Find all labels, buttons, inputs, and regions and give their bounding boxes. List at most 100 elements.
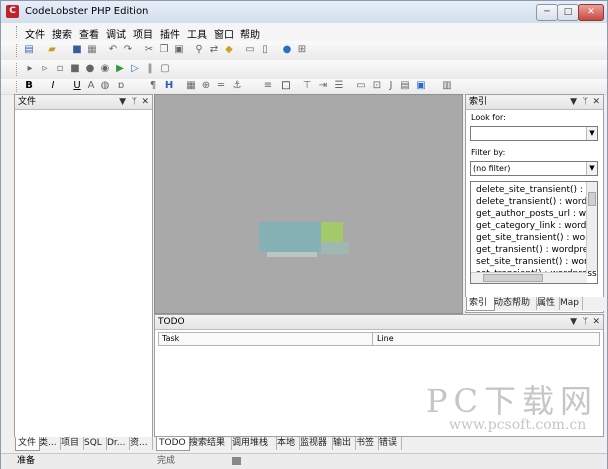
save-all-icon[interactable]: ▦	[86, 44, 98, 56]
list-item[interactable]: set_site_transient() : wordp	[476, 257, 597, 267]
panel-dropdown-icon[interactable]: ▼	[119, 95, 126, 109]
italic-icon[interactable]: I	[47, 80, 59, 92]
bold-icon[interactable]: B	[23, 80, 35, 92]
list-bullet-icon[interactable]: ☰	[333, 80, 345, 92]
redo-icon[interactable]: ↷	[122, 44, 134, 56]
list-item[interactable]: get_transient() : wordpress	[476, 245, 597, 255]
text-icon[interactable]: ▣	[415, 80, 427, 92]
menu-project[interactable]: 项目	[133, 26, 153, 41]
toolbar-grip[interactable]	[16, 44, 20, 57]
tab-search-results[interactable]: 搜索结果	[187, 437, 232, 450]
toggle-view-2-icon[interactable]: ▯	[259, 44, 271, 56]
list-item[interactable]: get_site_transient() : wordp	[476, 233, 597, 243]
tab-todo[interactable]: TODO	[156, 437, 190, 451]
column-line[interactable]: Line	[377, 333, 394, 345]
panel-dropdown-icon[interactable]: ▼	[570, 315, 577, 329]
index-results-list[interactable]: delete_site_transient() : word delete_tr…	[470, 181, 598, 284]
list-item[interactable]: delete_site_transient() : word	[476, 185, 597, 195]
hr-icon[interactable]: ═	[215, 80, 227, 92]
tab-errors[interactable]: 错误	[377, 437, 402, 450]
object-icon[interactable]: J	[385, 80, 397, 92]
step-icon[interactable]: ▸	[24, 63, 36, 75]
pin-icon[interactable]: ᛘ	[132, 95, 137, 109]
code-icon[interactable]: ɒ	[115, 80, 127, 92]
menu-window[interactable]: 窗口	[214, 26, 234, 41]
debug-run-icon[interactable]: ▶	[114, 63, 126, 75]
breakpoint-icon[interactable]: ◉	[99, 63, 111, 75]
look-for-input[interactable]: ▼	[470, 126, 598, 141]
chevron-down-icon[interactable]: ▼	[586, 162, 597, 175]
toolbar-grip-2[interactable]	[16, 63, 20, 76]
tab-classes[interactable]: 类...	[37, 437, 61, 450]
tab-drupal[interactable]: Dr...	[105, 437, 130, 450]
link-icon[interactable]: ⊕	[200, 80, 212, 92]
stop-debug-icon[interactable]: ▢	[159, 63, 171, 75]
image-icon[interactable]: ◍	[99, 80, 111, 92]
list-item[interactable]: get_author_posts_url : word	[476, 209, 597, 219]
insert-icon[interactable]: ⊡	[371, 80, 383, 92]
underline-icon[interactable]: U	[71, 80, 83, 92]
panel-close-icon[interactable]: ✕	[141, 95, 149, 109]
tab-output[interactable]: 输出	[331, 437, 356, 450]
list-item[interactable]: delete_transient() : wordpre	[476, 197, 597, 207]
table-icon[interactable]: ▦	[185, 80, 197, 92]
panel-dropdown-icon[interactable]: ▼	[570, 95, 577, 109]
settings-icon[interactable]: ⊞	[296, 44, 308, 56]
tab-dynamic-help[interactable]: 动态帮助	[492, 297, 537, 310]
menu-search[interactable]: 搜索	[52, 26, 72, 41]
menu-help[interactable]: 帮助	[240, 26, 260, 41]
indent-icon[interactable]: ⇥	[317, 80, 329, 92]
heading-icon[interactable]: H	[163, 80, 175, 92]
form-icon[interactable]: ▭	[355, 80, 367, 92]
pause-icon[interactable]: ‖	[144, 63, 156, 75]
watch-icon[interactable]: ●	[84, 63, 96, 75]
save-icon[interactable]: ■	[71, 44, 83, 56]
toggle-view-icon[interactable]: ▭	[244, 44, 256, 56]
column-divider[interactable]	[372, 333, 373, 345]
script-icon[interactable]: ▤	[399, 80, 411, 92]
scrollbar-thumb[interactable]	[483, 274, 543, 282]
menu-plugins[interactable]: 插件	[160, 26, 180, 41]
tab-watch[interactable]: 监视器	[298, 437, 333, 450]
tab-call-stack[interactable]: 调用堆栈	[230, 437, 277, 450]
tab-project[interactable]: 项目	[59, 437, 84, 450]
menu-file[interactable]: 文件	[25, 26, 45, 41]
cut-icon[interactable]: ✂	[143, 44, 155, 56]
font-icon[interactable]: A	[85, 80, 97, 92]
tab-map[interactable]: Map	[558, 297, 583, 310]
menu-view[interactable]: 查看	[79, 26, 99, 41]
align-icon[interactable]: ⊤	[301, 80, 313, 92]
box-icon[interactable]: □	[280, 80, 292, 92]
tab-locals[interactable]: 本地	[275, 437, 300, 450]
copy-icon[interactable]: ❐	[158, 44, 170, 56]
menubar-grip[interactable]	[16, 26, 20, 38]
tab-resources[interactable]: 资...	[128, 437, 153, 450]
toolbar-grip-3[interactable]	[16, 81, 20, 92]
run-to-cursor-icon[interactable]: ▫	[54, 63, 66, 75]
chevron-down-icon[interactable]: ▼	[586, 127, 597, 140]
close-button[interactable]: ✕	[578, 4, 604, 21]
horizontal-scrollbar[interactable]	[471, 272, 587, 283]
find-in-files-icon[interactable]: ◆	[223, 44, 235, 56]
menu-debug[interactable]: 调试	[106, 26, 126, 41]
list-icon[interactable]: ≡	[262, 80, 274, 92]
scrollbar-thumb[interactable]	[588, 192, 596, 206]
vertical-scrollbar[interactable]	[586, 182, 597, 271]
tab-sql[interactable]: SQL	[82, 437, 107, 450]
panel-close-icon[interactable]: ✕	[592, 95, 600, 109]
tab-properties[interactable]: 属性	[535, 297, 560, 310]
tab-index[interactable]: 索引	[466, 297, 495, 311]
panel-close-icon[interactable]: ✕	[592, 315, 600, 329]
stop-icon[interactable]: ■	[69, 63, 81, 75]
editor-area[interactable]	[154, 94, 463, 314]
column-task[interactable]: Task	[162, 333, 179, 345]
minimize-button[interactable]: ─	[536, 4, 558, 21]
open-folder-icon[interactable]: ▰	[46, 44, 58, 56]
frame-icon[interactable]: ▥	[441, 80, 453, 92]
help-icon[interactable]: ●	[281, 44, 293, 56]
pin-icon[interactable]: ᛘ	[583, 95, 588, 109]
menu-tools[interactable]: 工具	[187, 26, 207, 41]
anchor-icon[interactable]: ⚓	[231, 80, 243, 92]
find-icon[interactable]: ⚲	[193, 44, 205, 56]
paste-icon[interactable]: ▣	[173, 44, 185, 56]
